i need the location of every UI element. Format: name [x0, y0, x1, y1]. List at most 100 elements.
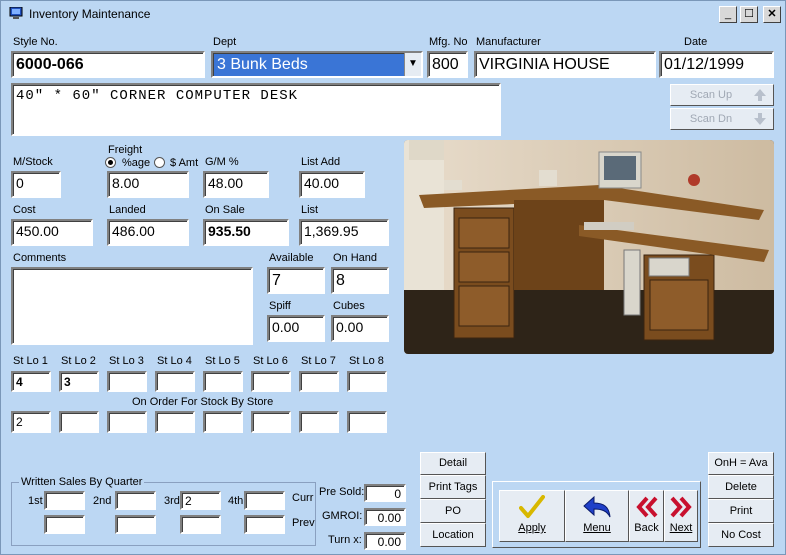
q1-curr-field[interactable] [44, 491, 85, 510]
mstock-field[interactable]: 0 [11, 171, 61, 198]
date-label: Date [684, 36, 708, 48]
spiff-label: Spiff [269, 300, 291, 312]
spiff-field[interactable]: 0.00 [267, 315, 325, 342]
store-on-order-field-3[interactable] [107, 411, 147, 433]
written-sales-label: Written Sales By Quarter [19, 476, 145, 488]
scan-dn-button[interactable]: Scan Dn [670, 108, 774, 130]
apply-label: Apply [518, 522, 546, 534]
store-on-order-field-8[interactable] [347, 411, 387, 433]
next-button[interactable]: Next [664, 490, 698, 542]
close-button[interactable]: ✕ [763, 6, 781, 23]
style-no-label: Style No. [13, 36, 58, 48]
dept-select[interactable]: 3 Bunk Beds ▼ [211, 51, 423, 78]
turn-field[interactable]: 0.00 [364, 532, 406, 550]
freight-amt-label: $ Amt [170, 157, 199, 169]
store-on-order-field-7[interactable] [299, 411, 339, 433]
inventory-maintenance-window: Inventory Maintenance _ ☐ ✕ Style No. 60… [0, 0, 786, 555]
store-stock-field-7[interactable] [299, 371, 339, 392]
list-field[interactable]: 1,369.95 [299, 219, 389, 246]
store-stock-field-3[interactable] [107, 371, 147, 392]
store-on-order-field-5[interactable] [203, 411, 243, 433]
cubes-label: Cubes [333, 300, 365, 312]
date-field[interactable]: 01/12/1999 [659, 51, 774, 78]
store-location-label-2: St Lo 2 [61, 355, 96, 367]
minimize-button[interactable]: _ [719, 6, 737, 23]
cubes-field[interactable]: 0.00 [331, 315, 389, 342]
location-button[interactable]: Location [420, 523, 486, 547]
print-button[interactable]: Print [708, 499, 774, 523]
cost-field[interactable]: 450.00 [11, 219, 93, 246]
arrow-down-icon [754, 113, 766, 125]
delete-button[interactable]: Delete [708, 475, 774, 499]
freight-pct-label: %age [122, 157, 151, 169]
gm-pct-label: G/M % [205, 156, 239, 168]
store-stock-field-1[interactable]: 4 [11, 371, 51, 392]
menu-button[interactable]: Menu [565, 490, 629, 542]
double-chevron-left-icon [635, 496, 657, 518]
curved-arrow-back-icon [583, 495, 611, 518]
q3-curr-field[interactable]: 2 [180, 491, 221, 510]
q1-label: 1st [28, 495, 43, 507]
dept-selected-value: 3 Bunk Beds [217, 56, 308, 73]
mfg-no-label: Mfg. No [429, 36, 468, 48]
available-field[interactable]: 7 [267, 267, 325, 294]
scan-up-label: Scan Up [689, 89, 733, 101]
pre-sold-label: Pre Sold: [319, 486, 365, 498]
store-stock-field-8[interactable] [347, 371, 387, 392]
maximize-button[interactable]: ☐ [740, 6, 758, 23]
list-add-field[interactable]: 40.00 [299, 171, 365, 198]
store-location-label-3: St Lo 3 [109, 355, 144, 367]
onh-ava-button[interactable]: OnH = Ava [708, 452, 774, 475]
on-sale-field[interactable]: 935.50 [203, 219, 289, 246]
store-location-label-4: St Lo 4 [157, 355, 192, 367]
comments-field[interactable] [11, 267, 253, 345]
q2-prev-field[interactable] [115, 515, 156, 534]
mstock-label: M/Stock [13, 156, 53, 168]
available-label: Available [269, 252, 314, 264]
q2-label: 2nd [93, 495, 112, 507]
q1-prev-field[interactable] [44, 515, 85, 534]
manufacturer-field[interactable]: VIRGINIA HOUSE [474, 51, 656, 78]
title-bar: Inventory Maintenance _ ☐ ✕ [1, 1, 785, 28]
q3-prev-field[interactable] [180, 515, 221, 534]
gm-pct-field[interactable]: 48.00 [203, 171, 269, 198]
freight-pct-radio[interactable] [105, 157, 116, 168]
q4-prev-field[interactable] [244, 515, 285, 534]
landed-field[interactable]: 486.00 [107, 219, 189, 246]
pre-sold-field[interactable]: 0 [364, 484, 406, 502]
store-stock-field-4[interactable] [155, 371, 195, 392]
gmroi-field[interactable]: 0.00 [364, 508, 406, 526]
q4-label: 4th [228, 495, 244, 507]
store-on-order-field-2[interactable] [59, 411, 99, 433]
scan-dn-label: Scan Dn [689, 113, 733, 125]
apply-button[interactable]: Apply [499, 490, 565, 542]
detail-button[interactable]: Detail [420, 452, 486, 475]
product-photo [404, 140, 774, 354]
print-tags-button[interactable]: Print Tags [420, 475, 486, 499]
mfg-no-field[interactable]: 800 [427, 51, 468, 78]
on-hand-field[interactable]: 8 [331, 267, 389, 294]
store-on-order-field-6[interactable] [251, 411, 291, 433]
arrow-up-icon [754, 89, 766, 101]
freight-field[interactable]: 8.00 [107, 171, 189, 198]
on-hand-label: On Hand [333, 252, 378, 264]
q4-curr-field[interactable] [244, 491, 285, 510]
store-stock-field-2[interactable]: 3 [59, 371, 99, 392]
back-button[interactable]: Back [629, 490, 664, 542]
description-field[interactable]: 40" * 60" CORNER COMPUTER DESK [11, 83, 501, 136]
curr-label: Curr [292, 492, 314, 504]
next-label: Next [669, 522, 693, 534]
no-cost-button[interactable]: No Cost [708, 523, 774, 547]
po-button[interactable]: PO [420, 499, 486, 523]
style-no-field[interactable]: 6000-066 [11, 51, 205, 78]
on-sale-label: On Sale [205, 204, 245, 216]
store-stock-field-5[interactable] [203, 371, 243, 392]
q3-label: 3rd [164, 495, 180, 507]
freight-amt-radio[interactable] [154, 157, 165, 168]
store-on-order-field-4[interactable] [155, 411, 195, 433]
store-on-order-field-1[interactable]: 2 [11, 411, 51, 433]
store-stock-field-6[interactable] [251, 371, 291, 392]
scan-up-button[interactable]: Scan Up [670, 84, 774, 106]
chevron-down-icon[interactable]: ▼ [404, 53, 421, 76]
q2-curr-field[interactable] [115, 491, 156, 510]
